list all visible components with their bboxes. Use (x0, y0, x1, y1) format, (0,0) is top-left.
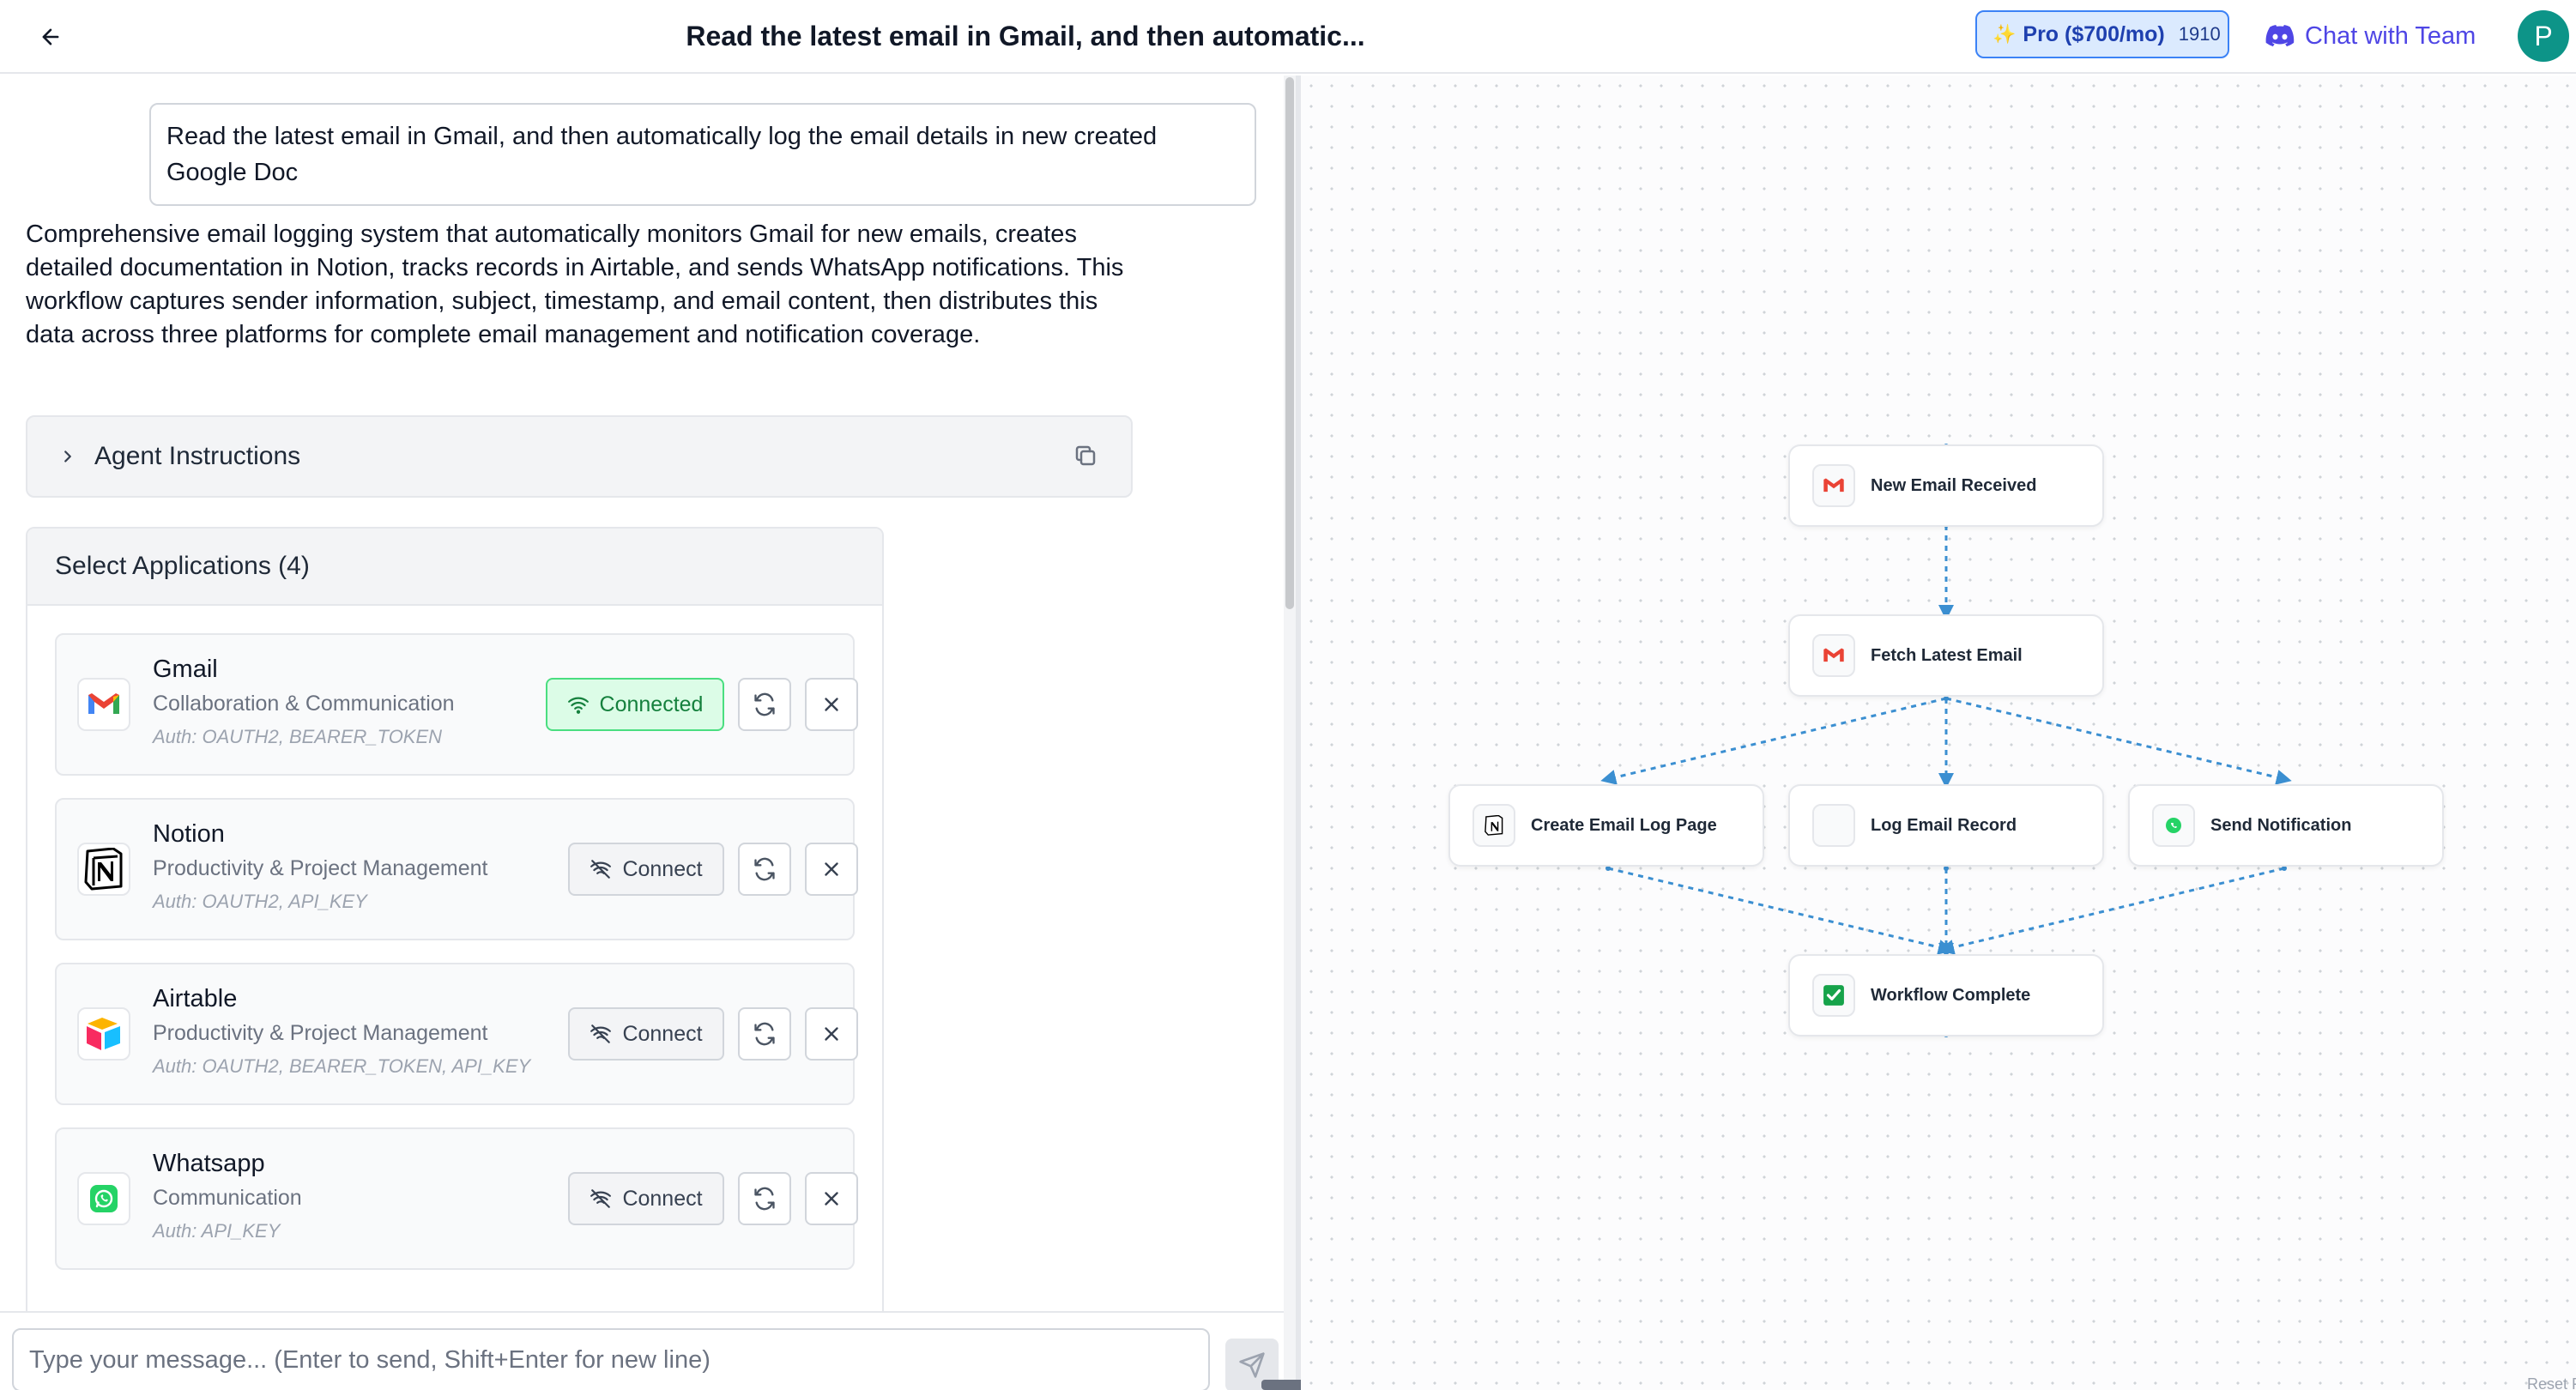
applications-header: Select Applications (4) (27, 529, 882, 606)
refresh-icon (754, 692, 775, 716)
node-log-email-record[interactable]: Log Email Record (1788, 784, 2104, 867)
remove-button[interactable] (805, 1007, 858, 1061)
refresh-icon (754, 1187, 775, 1211)
refresh-icon (754, 1022, 775, 1046)
gmail-icon (1812, 634, 1855, 677)
gmail-icon (1812, 464, 1855, 507)
node-label: Log Email Record (1871, 815, 2017, 835)
app-card-whatsapp: Whatsapp Communication Auth: API_KEY Con… (55, 1127, 858, 1270)
connected-label: Connected (599, 692, 704, 716)
reset-flow-link[interactable]: Reset Flo (2527, 1375, 2576, 1390)
edge-whatsapp-to-complete (1938, 867, 2285, 955)
chat-panel: Read the latest email in Gmail, and then… (0, 76, 1284, 1311)
workflow-canvas[interactable]: New Email Received Fetch Latest Email Cr… (1301, 76, 2576, 1390)
wifi-off-icon (590, 1189, 612, 1208)
workflow-description: Comprehensive email logging system that … (26, 221, 1124, 348)
app-category: Collaboration & Communication (153, 692, 455, 716)
blank-icon (1812, 804, 1855, 847)
wifi-icon (567, 697, 589, 714)
node-label: Send Notification (2210, 815, 2352, 835)
node-label: Fetch Latest Email (1871, 645, 2023, 665)
chat-with-team-button[interactable]: Chat with Team (2265, 17, 2476, 55)
check-icon (1812, 974, 1855, 1017)
app-name: Whatsapp (153, 1150, 265, 1177)
node-workflow-complete[interactable]: Workflow Complete (1788, 954, 2104, 1036)
connect-button[interactable]: Connect (568, 1007, 724, 1061)
node-label: Workflow Complete (1871, 985, 2031, 1005)
app-card-gmail: Gmail Collaboration & Communication Auth… (55, 633, 858, 776)
agent-instructions-toggle[interactable]: Agent Instructions (26, 415, 1133, 498)
app-name: Notion (153, 820, 225, 848)
credits-count: 1910 (2178, 23, 2221, 45)
wifi-off-icon (590, 860, 612, 879)
node-new-email-received[interactable]: New Email Received (1788, 444, 2104, 527)
agent-instructions-label: Agent Instructions (94, 442, 301, 470)
app-card-airtable: Airtable Productivity & Project Manageme… (55, 963, 858, 1105)
close-icon (825, 698, 838, 711)
user-message: Read the latest email in Gmail, and then… (149, 103, 1256, 206)
wifi-off-icon (590, 1024, 612, 1043)
node-send-notification[interactable]: Send Notification (2128, 784, 2444, 867)
chevron-right-icon (58, 447, 77, 466)
close-icon (825, 862, 838, 876)
chat-scrollbar-thumb[interactable] (1285, 77, 1294, 609)
message-input[interactable] (12, 1328, 1210, 1390)
workflow-edges (1600, 444, 2292, 1037)
pro-plan-badge[interactable]: ✨ Pro ($700/mo) 1910 (1975, 10, 2229, 58)
whatsapp-icon (2152, 804, 2195, 847)
pro-plan-label: Pro ($700/mo) (2023, 21, 2165, 46)
app-name: Airtable (153, 985, 238, 1012)
connect-button[interactable]: Connect (568, 1172, 724, 1225)
connected-button[interactable]: Connected (546, 678, 724, 731)
gmail-logo-icon (77, 678, 130, 731)
connect-button[interactable]: Connect (568, 843, 724, 896)
message-composer (0, 1311, 1284, 1390)
app-name: Gmail (153, 656, 218, 683)
app-category: Productivity & Project Management (153, 1021, 488, 1045)
sparkle-icon: ✨ (1992, 23, 2017, 45)
top-header: Read the latest email in Gmail, and then… (0, 0, 2576, 74)
notion-logo-icon (77, 843, 130, 896)
whatsapp-logo-icon (77, 1172, 130, 1225)
app-auth: Auth: OAUTH2, API_KEY (153, 891, 367, 912)
refresh-button[interactable] (738, 843, 791, 896)
remove-button[interactable] (805, 678, 858, 731)
node-label: New Email Received (1871, 475, 2037, 495)
refresh-button[interactable] (738, 678, 791, 731)
select-applications-panel: Select Applications (4) Gmail Collaborat… (26, 527, 884, 1311)
page-title: Read the latest email in Gmail, and then… (686, 21, 1365, 51)
node-label: Create Email Log Page (1531, 815, 1717, 835)
edge-fetch-to-notion (1600, 697, 1947, 785)
app-auth: Auth: OAUTH2, BEARER_TOKEN (153, 726, 443, 747)
remove-button[interactable] (805, 843, 858, 896)
connect-label: Connect (622, 856, 703, 881)
node-fetch-latest-email[interactable]: Fetch Latest Email (1788, 614, 2104, 697)
remove-button[interactable] (805, 1172, 858, 1225)
user-avatar[interactable]: P (2518, 10, 2569, 62)
edge-fetch-to-whatsapp (1945, 697, 2292, 785)
app-category: Communication (153, 1186, 302, 1210)
discord-icon (2265, 25, 2295, 47)
refresh-button[interactable] (738, 1007, 791, 1061)
node-create-email-log-page[interactable]: Create Email Log Page (1448, 784, 1764, 867)
edge-notion-to-complete (1607, 867, 1954, 955)
notion-icon (1472, 804, 1515, 847)
close-icon (825, 1192, 838, 1206)
app-auth: Auth: OAUTH2, BEARER_TOKEN, API_KEY (153, 1055, 531, 1077)
copy-icon[interactable] (1073, 443, 1098, 475)
close-icon (825, 1027, 838, 1041)
chat-with-team-label: Chat with Team (2305, 21, 2476, 50)
app-auth: Auth: API_KEY (153, 1220, 281, 1242)
connect-label: Connect (622, 1186, 703, 1211)
airtable-logo-icon (77, 1007, 130, 1061)
refresh-icon (754, 857, 775, 881)
refresh-button[interactable] (738, 1172, 791, 1225)
connect-label: Connect (622, 1021, 703, 1046)
send-icon (1239, 1352, 1265, 1378)
app-category: Productivity & Project Management (153, 856, 488, 880)
app-card-notion: Notion Productivity & Project Management… (55, 798, 858, 940)
